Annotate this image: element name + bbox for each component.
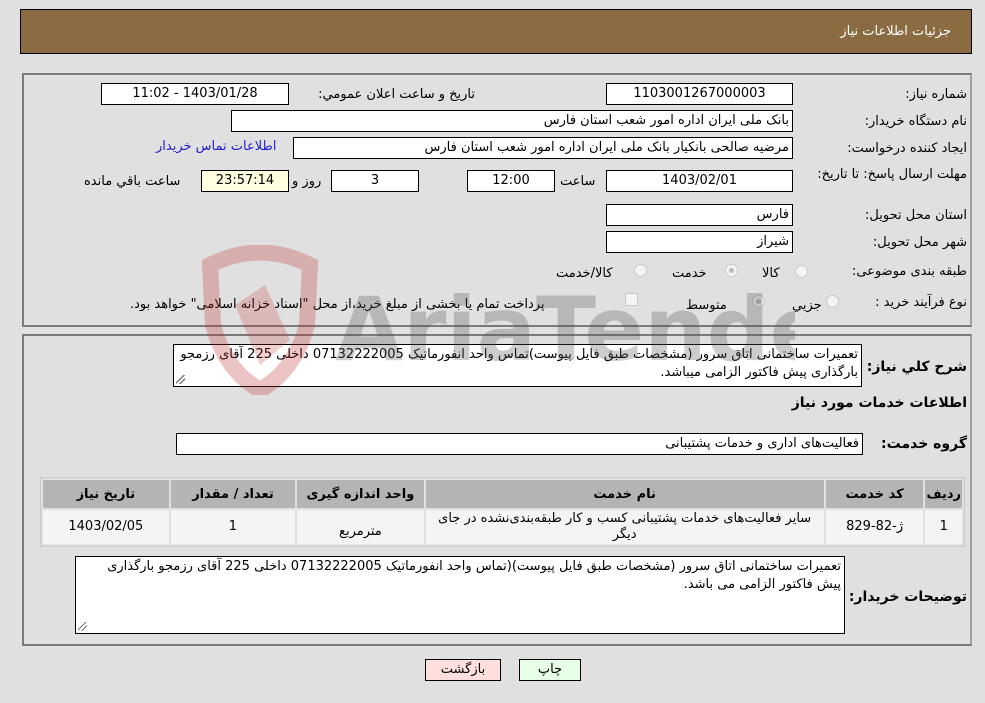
general-desc-label: شرح کلي نياز: bbox=[866, 359, 967, 375]
purchase-type-radio-minor[interactable] bbox=[826, 295, 839, 308]
service-group-field[interactable]: فعالیت‌های اداری و خدمات پشتیبانی bbox=[176, 433, 863, 455]
col-quantity: تعداد / مقدار bbox=[170, 480, 296, 508]
announce-datetime-field[interactable]: 1403/01/28 - 11:02 bbox=[101, 83, 289, 105]
services-heading: اطلاعات خدمات مورد نياز bbox=[791, 395, 967, 411]
table-row: 1 ژ-82-829 سایر فعالیت‌های خدمات پشتیبان… bbox=[43, 510, 962, 544]
cell-row-number: 1 bbox=[925, 510, 962, 544]
page-title: جزئيات اطلاعات نياز bbox=[840, 24, 951, 39]
buyer-notes-label: توضيحات خريدار: bbox=[848, 589, 967, 605]
deadline-label: مهلت ارسال پاسخ: تا تاريخ: bbox=[817, 167, 967, 182]
category-option-goods-service: کالا/خدمت bbox=[556, 266, 613, 281]
treasury-checkbox[interactable] bbox=[625, 293, 638, 306]
treasury-checkbox-label: پرداخت تمام یا بخشی از مبلغ خرید،از محل … bbox=[130, 297, 545, 312]
category-radio-goods[interactable] bbox=[795, 265, 808, 278]
deadline-time-label: ساعت bbox=[560, 174, 596, 189]
print-button[interactable]: چاپ bbox=[519, 659, 581, 681]
col-row-number: رديف bbox=[925, 480, 962, 508]
category-radio-goods-service[interactable] bbox=[634, 264, 647, 277]
need-number-label: شماره نياز: bbox=[905, 87, 967, 102]
days-label: روز و bbox=[292, 174, 322, 189]
general-desc-text: تعمیرات ساختمانی اتاق سرور (مشخصات طبق ف… bbox=[180, 347, 858, 380]
purchase-type-option-medium: متوسط bbox=[686, 298, 727, 313]
cell-unit: مترمربع bbox=[297, 510, 424, 544]
remaining-time-field: 23:57:14 bbox=[201, 170, 289, 192]
resize-grip-icon[interactable] bbox=[78, 622, 87, 631]
category-option-service: خدمت bbox=[672, 266, 707, 281]
announce-datetime-label: تاريخ و ساعت اعلان عمومي: bbox=[318, 87, 475, 102]
deadline-time-field[interactable]: 12:00 bbox=[467, 170, 555, 192]
back-button[interactable]: بازگشت bbox=[425, 659, 501, 681]
cell-quantity: 1 bbox=[170, 510, 296, 544]
category-radio-service[interactable] bbox=[725, 264, 738, 277]
delivery-city-label: شهر محل تحويل: bbox=[872, 235, 967, 250]
general-desc-textarea[interactable]: تعمیرات ساختمانی اتاق سرور (مشخصات طبق ف… bbox=[173, 344, 862, 387]
requester-label: ايجاد کننده درخواست: bbox=[847, 141, 967, 156]
deadline-date-field[interactable]: 1403/02/01 bbox=[606, 170, 793, 192]
services-table: رديف کد خدمت نام خدمت واحد اندازه گيری ت… bbox=[40, 477, 965, 547]
col-unit: واحد اندازه گيری bbox=[297, 480, 424, 508]
cell-service-code: ژ-82-829 bbox=[825, 510, 924, 544]
buyer-org-field[interactable]: بانک ملی ایران اداره امور شعب استان فارس bbox=[231, 110, 793, 132]
category-label: طبقه بندی موضوعی: bbox=[851, 264, 967, 279]
buyer-org-label: نام دستگاه خريدار: bbox=[864, 114, 967, 129]
deadline-days-field[interactable]: 3 bbox=[331, 170, 419, 192]
service-group-label: گروه خدمت: bbox=[881, 436, 967, 452]
buyer-contact-link[interactable]: اطلاعات تماس خريدار bbox=[156, 139, 276, 154]
delivery-province-field[interactable]: فارس bbox=[606, 204, 793, 226]
delivery-city-field[interactable]: شیراز bbox=[606, 231, 793, 253]
resize-grip-icon[interactable] bbox=[176, 375, 185, 384]
category-option-goods: کالا bbox=[762, 266, 780, 281]
cell-need-date: 1403/02/05 bbox=[43, 510, 169, 544]
buyer-notes-textarea[interactable]: تعمیرات ساختمانی اتاق سرور (مشخصات طبق ف… bbox=[75, 556, 845, 634]
delivery-province-label: استان محل تحويل: bbox=[865, 208, 967, 223]
table-header-row: رديف کد خدمت نام خدمت واحد اندازه گيری ت… bbox=[43, 480, 962, 508]
remaining-label: ساعت باقي مانده bbox=[84, 174, 181, 189]
purchase-type-option-minor: جزيي bbox=[792, 298, 822, 313]
cell-service-name: سایر فعالیت‌های خدمات پشتیبانی کسب و کار… bbox=[425, 510, 824, 544]
col-need-date: تاريخ نياز bbox=[43, 480, 169, 508]
col-service-name: نام خدمت bbox=[425, 480, 824, 508]
purchase-type-radio-medium[interactable] bbox=[752, 295, 765, 308]
purchase-type-label: نوع فرآيند خريد : bbox=[875, 295, 967, 310]
need-number-field[interactable]: 1103001267000003 bbox=[606, 83, 793, 105]
requester-field[interactable]: مرضیه صالحی بانکیار بانک ملی ایران اداره… bbox=[293, 137, 793, 159]
col-service-code: کد خدمت bbox=[825, 480, 924, 508]
page-header: جزئيات اطلاعات نياز bbox=[20, 9, 972, 54]
buyer-notes-text: تعمیرات ساختمانی اتاق سرور (مشخصات طبق ف… bbox=[107, 559, 841, 592]
